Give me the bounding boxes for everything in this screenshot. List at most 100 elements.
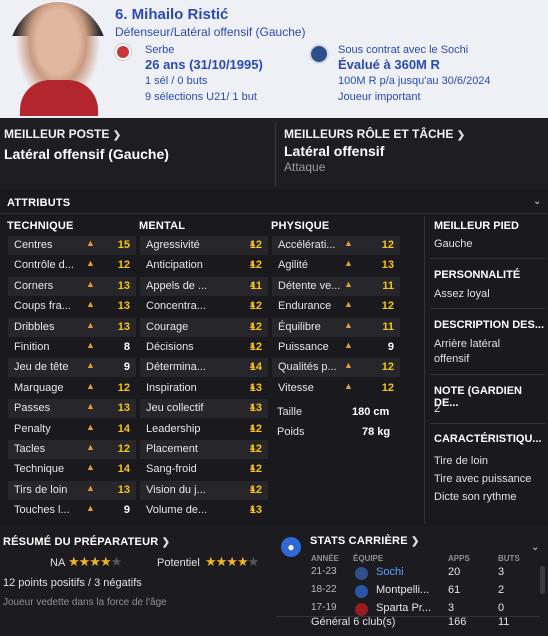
attribute-row[interactable]: Dribbles ▲ 13 — [8, 317, 136, 337]
attribute-row[interactable]: Puissance ▲ 9 — [272, 338, 400, 357]
attribute-row[interactable]: Coups fra... ▲ 13 — [8, 297, 136, 316]
best-role-title[interactable]: MEILLEURS RÔLE ET TÂCHE ❯ — [284, 127, 465, 141]
attribute-row[interactable]: Qualités p... ▲ 12 — [272, 358, 400, 378]
attribute-value: 13 — [117, 402, 130, 415]
attribute-label: Penalty — [14, 422, 51, 435]
attribute-label: Concentra... — [146, 300, 206, 313]
attribute-row[interactable]: Volume de... ▲ 13 — [140, 501, 268, 520]
note-value: 2 — [434, 403, 441, 415]
attribute-label: Jeu collectif — [146, 402, 204, 415]
best-role-value: Latéral offensif — [284, 143, 385, 159]
arrow-icon: ▲ — [344, 360, 353, 371]
contract[interactable]: Sous contrat avec le Sochi — [338, 44, 468, 56]
club-badge-icon — [355, 585, 368, 598]
attribute-value: 8 — [123, 341, 130, 353]
attribute-row[interactable]: Penalty ▲ 14 — [8, 420, 136, 439]
attribute-row[interactable]: Vitesse ▲ 12 — [272, 379, 400, 398]
chevron-down-icon[interactable]: ⌄ — [531, 542, 539, 553]
nationality[interactable]: Serbe — [145, 44, 174, 56]
description-title[interactable]: DESCRIPTION DES... — [434, 319, 544, 331]
attribute-label: Détermina... — [146, 361, 206, 374]
attribute-row[interactable]: Détente ve... ▲ 11 — [272, 276, 400, 296]
mental-title: MENTAL — [139, 220, 186, 232]
arrow-icon: ▲ — [86, 360, 95, 371]
arrow-icon: ▲ — [344, 299, 353, 310]
weight-label: Poids — [277, 426, 305, 438]
attribute-label: Touches l... — [14, 504, 70, 517]
attribute-row[interactable]: Inspiration ▲ 13 — [140, 379, 268, 398]
arrow-icon: ▲ — [344, 380, 353, 391]
attribute-row[interactable]: Technique ▲ 14 — [8, 460, 136, 479]
attribute-label: Vitesse — [278, 381, 314, 394]
coach-title[interactable]: RÉSUMÉ DU PRÉPARATEUR ❯ — [3, 536, 170, 548]
attribute-row[interactable]: Détermina... ▲ 14 — [140, 358, 268, 378]
career-title[interactable]: STATS CARRIÈRE ❯ — [310, 535, 420, 547]
attribute-row[interactable]: Finition ▲ 8 — [8, 338, 136, 357]
attribute-row[interactable]: Touches l... ▲ 9 — [8, 501, 136, 520]
attribute-row[interactable]: Centres ▲ 15 — [8, 236, 136, 255]
na-label: NA — [50, 557, 66, 569]
u21-caps: 9 sélections U21/ 1 but — [145, 91, 257, 103]
note-title[interactable]: NOTE (GARDIEN DE... — [434, 385, 548, 409]
side-divider — [424, 216, 425, 524]
chevron-right-icon: ❯ — [112, 130, 122, 141]
player-value: Évalué à 360M R — [338, 57, 440, 72]
career-team[interactable]: Sparta Pr... — [376, 602, 431, 614]
trait-item: Tire de loin — [434, 455, 489, 467]
attribute-row[interactable]: Agressivité ▲ 12 — [140, 236, 268, 255]
attribute-row[interactable]: Anticipation ▲ 12 — [140, 256, 268, 275]
attribute-row[interactable]: Agilité ▲ 13 — [272, 256, 400, 275]
career-team[interactable]: Sochi — [376, 566, 404, 578]
attribute-row[interactable]: Décisions ▲ 12 — [140, 338, 268, 357]
arrow-icon: ▲ — [86, 278, 95, 289]
attribute-row[interactable]: Passes ▲ 13 — [8, 399, 136, 419]
attribute-label: Jeu de tête — [14, 361, 69, 374]
attribute-value: 11 — [382, 320, 394, 333]
career-apps: 61 — [448, 584, 461, 596]
attribute-value: 13 — [117, 300, 130, 313]
attribute-row[interactable]: Corners ▲ 13 — [8, 276, 136, 296]
attribute-value: 14 — [117, 422, 130, 435]
attribute-label: Vision du j... — [146, 483, 206, 496]
attribute-row[interactable]: Tacles ▲ 12 — [8, 440, 136, 459]
side-sep — [430, 423, 545, 424]
trait-item: Tire avec puissance — [434, 473, 532, 485]
player-name[interactable]: 6. Mihailo Ristić — [115, 6, 228, 23]
best-position-title[interactable]: MEILLEUR POSTE ❯ — [4, 127, 121, 141]
arrow-icon: ▲ — [86, 258, 95, 269]
attribute-label: Placement — [146, 443, 198, 455]
trait-item: Dicte son rythme — [434, 491, 517, 503]
attribute-row[interactable]: Jeu collectif ▲ 13 — [140, 399, 268, 419]
attribute-row[interactable]: Endurance ▲ 12 — [272, 297, 400, 316]
traits-title[interactable]: CARACTÉRISTIQU... — [434, 433, 542, 445]
attribute-row[interactable]: Marquage ▲ 12 — [8, 379, 136, 398]
career-scrollbar[interactable] — [540, 566, 545, 594]
attribute-label: Détente ve... — [278, 279, 341, 292]
attribute-row[interactable]: Sang-froid ▲ 12 — [140, 460, 268, 479]
attribute-row[interactable]: Leadership ▲ 12 — [140, 420, 268, 439]
attribute-row[interactable]: Vision du j... ▲ 12 — [140, 480, 268, 500]
attribute-row[interactable]: Jeu de tête ▲ 9 — [8, 358, 136, 378]
attribute-row[interactable]: Équilibre ▲ 11 — [272, 317, 400, 337]
attribute-row[interactable]: Accélérati... ▲ 12 — [272, 236, 400, 255]
attribute-row[interactable]: Concentra... ▲ 12 — [140, 297, 268, 316]
attribute-value: 12 — [249, 239, 262, 251]
best-position-value: Latéral offensif (Gauche) — [4, 146, 169, 162]
career-year: 21-23 — [311, 566, 337, 577]
club-badge-icon — [355, 567, 368, 580]
foot-value: Gauche — [434, 238, 473, 250]
player-position: Défenseur/Latéral offensif (Gauche) — [115, 25, 306, 39]
coach-summary: Joueur vedette dans la force de l'âge — [3, 597, 167, 608]
club-badge-icon — [355, 603, 368, 616]
attribute-row[interactable]: Placement ▲ 12 — [140, 440, 268, 459]
weight-value: 78 kg — [362, 426, 391, 438]
attribute-label: Volume de... — [146, 504, 208, 517]
attribute-value: 13 — [381, 259, 394, 272]
attribute-row[interactable]: Tirs de loin ▲ 13 — [8, 480, 136, 500]
chevron-down-icon[interactable]: ⌄ — [533, 196, 541, 207]
attribute-label: Puissance — [278, 341, 329, 353]
attribute-row[interactable]: Courage ▲ 12 — [140, 317, 268, 337]
attribute-row[interactable]: Appels de ... ▲ 11 — [140, 276, 268, 296]
attribute-row[interactable]: Contrôle d... ▲ 12 — [8, 256, 136, 275]
career-team[interactable]: Montpelli... — [376, 584, 429, 596]
